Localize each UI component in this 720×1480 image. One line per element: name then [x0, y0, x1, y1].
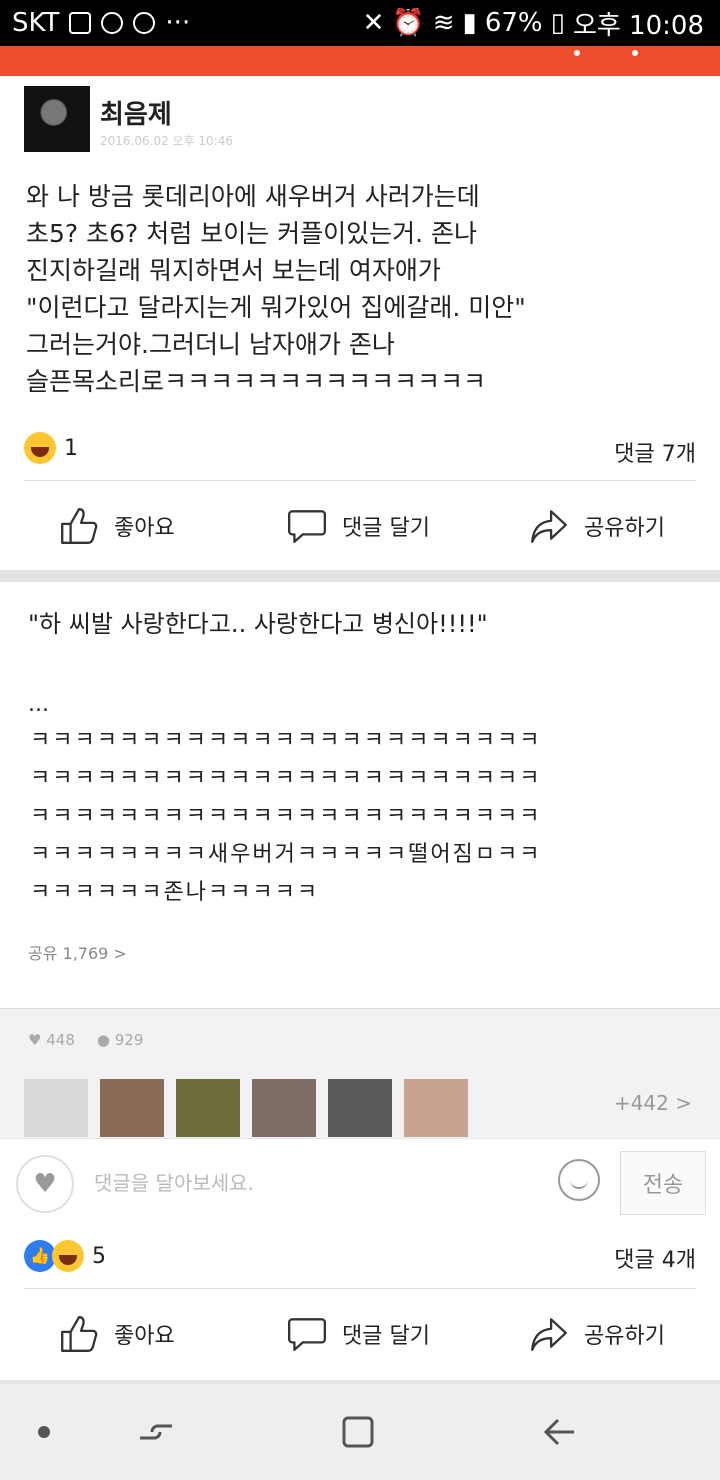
alarm-icon: ⏰: [392, 8, 425, 38]
status-bar: SKT ··· ✕ ⏰ ≋ ▮ 67% ▯ 오후 10:08: [0, 0, 720, 46]
heart-icon: ♥: [33, 1169, 57, 1199]
quote-text: "하 씨발 사랑한다고.. 사랑한다고 병신아!!!!": [28, 610, 488, 638]
divider: [24, 1288, 696, 1289]
comment-label: 댓글 달기: [342, 516, 430, 541]
heart-icon: ♥: [28, 1031, 42, 1049]
ellipsis-text: ...: [28, 692, 49, 717]
laugh-reaction-icon: [24, 432, 56, 464]
header-dot: [574, 50, 580, 56]
reaction-icons: 👍: [24, 1240, 84, 1272]
divider: [24, 480, 696, 481]
author-name[interactable]: 최음제: [100, 94, 172, 131]
system-nav-bar: [0, 1384, 720, 1480]
share-count: 공유 1,769 >: [28, 944, 127, 963]
speech-bubble-icon: [287, 510, 327, 543]
mini-likes: ♥ 448: [28, 1031, 75, 1049]
reaction-count: 5: [92, 1243, 106, 1269]
avatar[interactable]: [24, 86, 90, 152]
like-label: 좋아요: [114, 1324, 175, 1349]
thumbs-up-icon: [61, 508, 98, 544]
battery-percent: 67%: [484, 8, 543, 38]
carrier-label: SKT: [12, 8, 60, 38]
gallery-icon: [69, 12, 92, 34]
heart-button: ♥: [16, 1155, 74, 1213]
laugh-text: ㅋㅋㅋㅋㅋㅋㅋㅋㅋㅋㅋㅋㅋㅋㅋㅋㅋㅋㅋㅋㅋㅋㅋ ㅋㅋㅋㅋㅋㅋㅋㅋㅋㅋㅋㅋㅋㅋㅋㅋ…: [30, 728, 542, 905]
post-body: 와 나 방금 롯데리아에 새우버거 사러가는데 초5? 초6? 처럼 보이는 커…: [26, 182, 526, 396]
more-likers-link: +442 >: [613, 1091, 692, 1115]
like-button[interactable]: 좋아요: [58, 1294, 175, 1374]
screenshot-reactions-panel: ♥ 448 ● 929 +442 >: [0, 1008, 720, 1139]
post-actions: 좋아요 댓글 달기 공유하기: [0, 1294, 720, 1374]
share-arrow-icon: [531, 1318, 567, 1351]
post-footer-card: 👍 5 댓글 4개 좋아요 댓글 달기 공유하기: [0, 1224, 720, 1380]
avatar: [404, 1079, 468, 1137]
more-notifications-icon: ···: [165, 8, 191, 38]
nav-dot-icon[interactable]: [20, 1408, 68, 1456]
share-label: 공유하기: [584, 516, 665, 541]
comment-button[interactable]: 댓글 달기: [286, 1294, 430, 1374]
avatar: [100, 1079, 164, 1137]
avatar: [252, 1079, 316, 1137]
header-dot: [632, 50, 638, 56]
share-button[interactable]: 공유하기: [528, 1294, 665, 1374]
share-arrow-icon: [531, 510, 567, 543]
battery-icon: ▯: [550, 8, 565, 38]
back-icon[interactable]: [536, 1408, 584, 1456]
embedded-screenshot: "하 씨발 사랑한다고.. 사랑한다고 병신아!!!!" ... ㅋㅋㅋㅋㅋㅋㅋ…: [0, 582, 720, 1225]
emoji-icon: [558, 1159, 600, 1201]
mini-comments: ● 929: [97, 1031, 144, 1049]
comment-input: [92, 1163, 536, 1203]
comment-count[interactable]: 댓글 4개: [614, 1242, 696, 1274]
post-card: 최음제 2016.06.02 오후 10:46 와 나 방금 롯데리아에 새우버…: [0, 76, 720, 570]
like-button[interactable]: 좋아요: [58, 486, 175, 566]
wifi-icon: ≋: [432, 8, 455, 38]
post-actions: 좋아요 댓글 달기 공유하기: [0, 486, 720, 566]
app-icon: [133, 12, 156, 34]
sync-icon: [101, 12, 124, 34]
laugh-reaction-icon: [52, 1240, 84, 1272]
mini-likes-count: 448: [46, 1031, 75, 1049]
thumbs-up-icon: [61, 1316, 98, 1352]
like-label: 좋아요: [114, 516, 175, 541]
send-button: 전송: [620, 1151, 706, 1215]
comment-button[interactable]: 댓글 달기: [286, 486, 430, 566]
mini-comments-count: 929: [114, 1031, 144, 1049]
mute-icon: ✕: [362, 8, 385, 38]
avatar: [24, 1079, 88, 1137]
signal-icon: ▮: [462, 8, 477, 38]
avatar: [328, 1079, 392, 1137]
liker-avatars: [24, 1079, 468, 1137]
recent-apps-icon[interactable]: [132, 1408, 180, 1456]
mini-stats: ♥ 448 ● 929: [28, 1031, 143, 1049]
reaction-summary[interactable]: 1: [24, 432, 78, 464]
post-timestamp: 2016.06.02 오후 10:46: [100, 134, 233, 148]
reaction-summary[interactable]: 👍 5: [24, 1240, 106, 1272]
comment-label: 댓글 달기: [342, 1324, 430, 1349]
avatar: [176, 1079, 240, 1137]
chat-icon: ●: [96, 1031, 110, 1049]
app-header-bar: [0, 46, 720, 76]
speech-bubble-icon: [287, 1318, 327, 1351]
share-button[interactable]: 공유하기: [528, 486, 665, 566]
clock: 오후 10:08: [572, 10, 704, 41]
reaction-count: 1: [64, 435, 78, 461]
comment-input-row: ♥ 전송: [0, 1138, 720, 1225]
comment-count[interactable]: 댓글 7개: [614, 436, 696, 468]
share-label: 공유하기: [584, 1324, 665, 1349]
home-icon[interactable]: [334, 1408, 382, 1456]
